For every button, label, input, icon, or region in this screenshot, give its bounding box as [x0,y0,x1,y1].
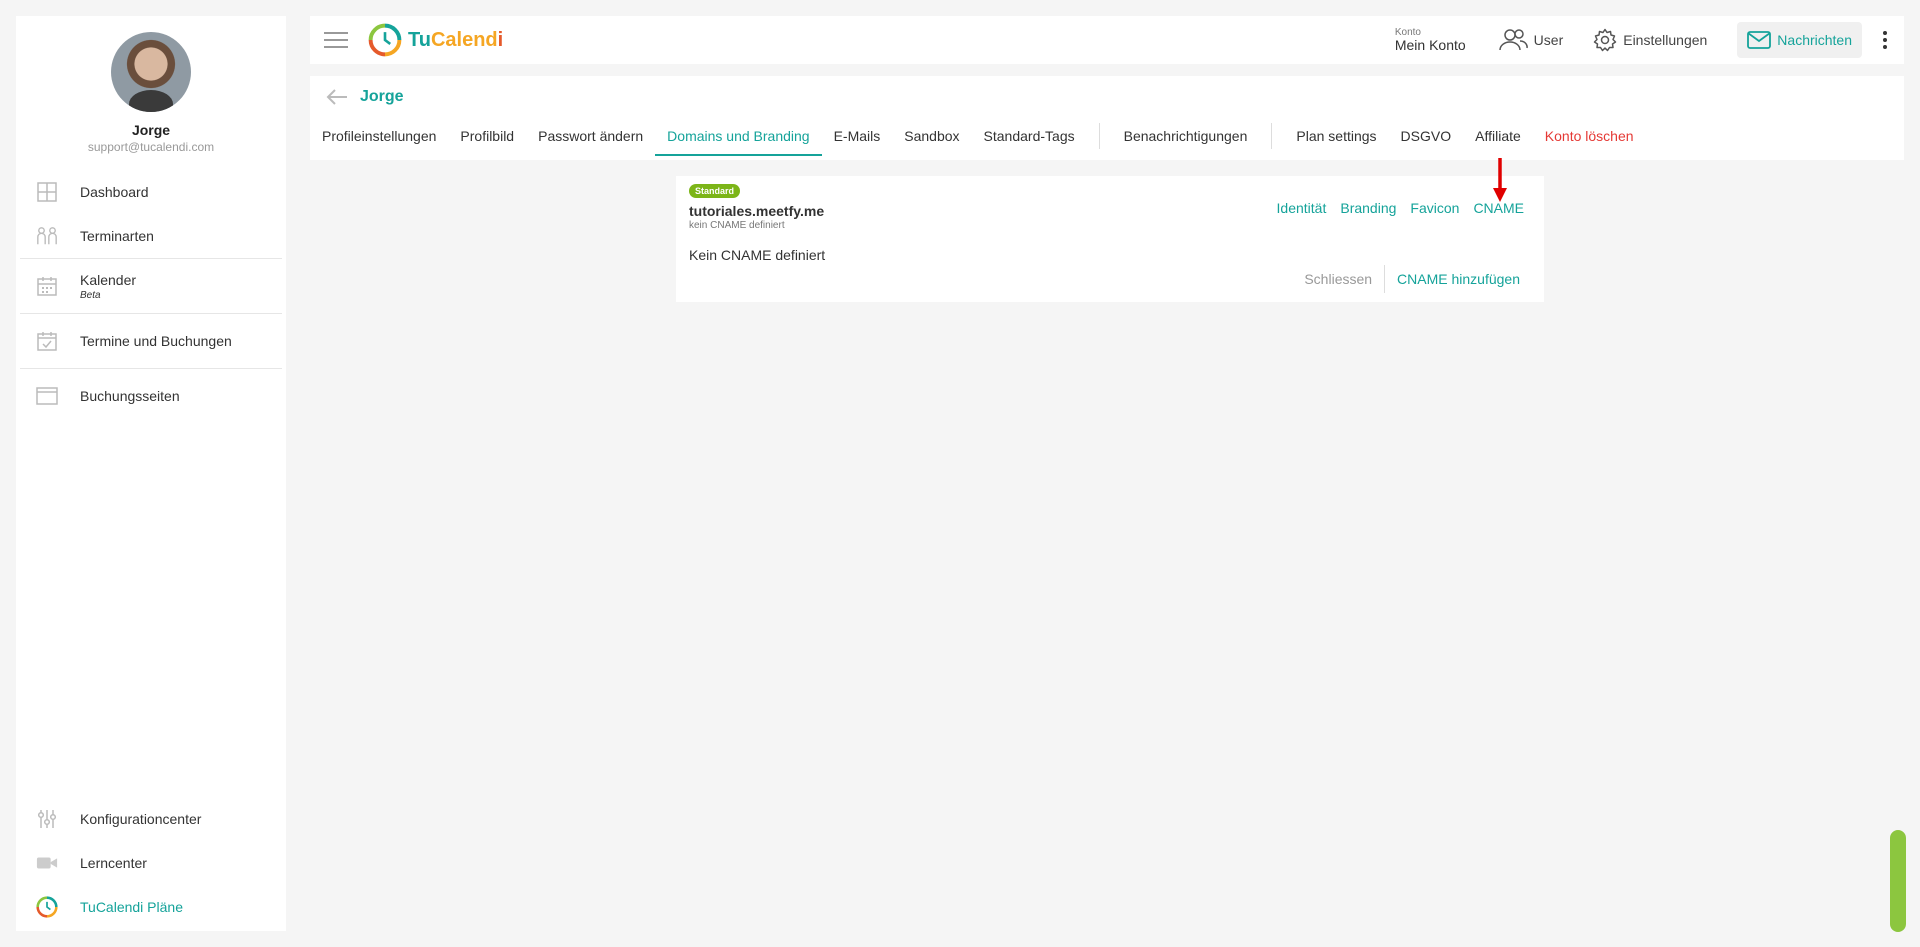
favicon-link[interactable]: Favicon [1410,200,1459,216]
tucalendi-logo-icon [36,896,58,918]
sidebar-bottom-nav: Konfigurationcenter Lerncenter TuCalendi… [16,797,286,931]
domain-actions: Identität Branding Favicon CNAME [1263,200,1524,216]
identitaet-link[interactable]: Identität [1277,200,1327,216]
logo-text: TuCalendi [408,28,504,51]
sidebar-item-kalender[interactable]: Kalender Beta [16,259,286,313]
sliders-icon [36,808,58,830]
user-name: Jorge [131,122,171,138]
tab-sandbox[interactable]: Sandbox [892,116,971,156]
tab-plan-settings[interactable]: Plan settings [1284,116,1388,156]
sidebar-item-buchungsseiten[interactable]: Buchungsseiten [16,369,286,423]
menu-icon[interactable] [324,27,348,53]
sidebar-item-label: Termine und Buchungen [80,333,232,349]
top-bar: TuCalendi Konto Mein Konto User Einstell… [310,16,1904,64]
scrollbar-handle[interactable] [1890,830,1906,932]
browser-window-icon [36,385,58,407]
divider [1098,123,1100,149]
messages-button[interactable]: Nachrichten [1737,22,1862,58]
settings-button[interactable]: Einstellungen [1593,28,1707,52]
tab-standard-tags[interactable]: Standard-Tags [972,116,1087,156]
sidebar-item-label: TuCalendi Pläne [80,899,183,915]
avatar[interactable] [111,32,191,112]
sidebar-item-label: Buchungsseiten [80,388,180,404]
settings-header: Jorge Profileinstellungen Profilbild Pas… [310,76,1904,160]
tab-benachrichtigungen[interactable]: Benachrichtigungen [1112,116,1260,156]
sidebar-nav: Dashboard Terminarten Kalender Beta Term… [16,170,286,423]
cname-message: Kein CNAME definiert [689,247,826,263]
breadcrumb: Jorge [326,88,404,106]
divider [1271,123,1273,149]
video-camera-icon [36,852,58,874]
sidebar: Jorge support@tucalendi.com Dashboard Te… [16,16,286,931]
dashboard-icon [36,181,58,203]
calendar-icon [36,275,58,297]
close-button[interactable]: Schliessen [1304,271,1384,287]
tab-passwort[interactable]: Passwort ändern [526,116,655,156]
user-button-label: User [1533,32,1564,48]
app-logo[interactable]: TuCalendi [368,23,503,57]
beta-label: Beta [80,289,101,301]
gear-icon [1593,28,1617,52]
user-email: support@tucalendi.com [87,140,215,154]
sidebar-item-plaene[interactable]: TuCalendi Pläne [16,885,286,929]
sidebar-item-label: Dashboard [80,184,149,200]
sidebar-item-label: Kalender [80,271,137,288]
status-badge: Standard [689,184,741,198]
sidebar-item-label: Lerncenter [80,855,147,871]
calendar-check-icon [36,330,58,352]
tucalendi-logo-icon [368,23,402,57]
users-icon [1498,29,1528,51]
tab-domains-branding[interactable]: Domains und Branding [655,116,823,156]
tab-dsgvo[interactable]: DSGVO [1389,116,1464,156]
domain-status: kein CNAME definiert [689,220,785,231]
profile-section: Jorge support@tucalendi.com [16,16,286,154]
account-selector[interactable]: Konto Mein Konto [1395,27,1466,53]
tab-profileinstellungen[interactable]: Profileinstellungen [310,116,448,156]
domain-card: Standard tutoriales.meetfy.me kein CNAME… [676,176,1544,302]
branding-link[interactable]: Branding [1340,200,1396,216]
sidebar-item-konfigurationcenter[interactable]: Konfigurationcenter [16,797,286,841]
envelope-icon [1747,31,1772,49]
sidebar-item-label: Terminarten [80,228,154,244]
account-value: Mein Konto [1394,37,1466,53]
sidebar-item-termine[interactable]: Termine und Buchungen [16,314,286,368]
add-cname-button[interactable]: CNAME hinzufügen [1397,271,1520,287]
messages-button-label: Nachrichten [1777,32,1852,48]
sidebar-item-dashboard[interactable]: Dashboard [16,170,286,214]
tab-profilbild[interactable]: Profilbild [448,116,526,156]
sidebar-item-lerncenter[interactable]: Lerncenter [16,841,286,885]
tab-konto-loeschen[interactable]: Konto löschen [1533,116,1646,156]
top-bar-actions: Konto Mein Konto User Einstellungen Nach… [1395,16,1904,64]
user-button[interactable]: User [1498,28,1564,52]
settings-tabs: Profileinstellungen Profilbild Passwort … [310,116,1646,156]
sidebar-item-label: Konfigurationcenter [80,811,202,827]
settings-button-label: Einstellungen [1623,32,1708,48]
sidebar-item-terminarten[interactable]: Terminarten [16,214,286,258]
tab-affiliate[interactable]: Affiliate [1463,116,1533,156]
domain-name: tutoriales.meetfy.me [689,203,825,219]
divider [1384,265,1386,293]
back-arrow-icon[interactable] [326,88,348,106]
more-options-icon[interactable] [1878,30,1892,51]
red-arrow-annotation [1493,158,1507,202]
page-title: Jorge [360,88,404,105]
people-meeting-icon [36,225,58,247]
tab-emails[interactable]: E-Mails [822,116,893,156]
card-buttons: Schliessen CNAME hinzufügen [1304,264,1520,294]
